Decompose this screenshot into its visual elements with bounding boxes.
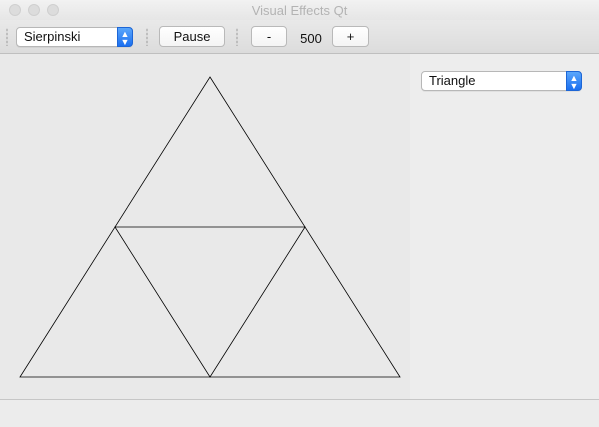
shape-select[interactable]: Triangle ▲ ▼ [421,71,582,91]
iteration-count: 500 [300,31,322,46]
minimize-window-button[interactable] [28,4,40,16]
effect-select[interactable]: Sierpinski ▲ ▼ [16,27,133,47]
pause-button[interactable]: Pause [159,26,225,47]
inner-triangle [114,226,306,378]
drawing-canvas [0,54,410,399]
status-bar [0,399,599,427]
effect-select-value: Sierpinski [24,29,81,44]
increment-button[interactable]: + [332,26,369,47]
app-window: Visual Effects Qt Sierpinski ▲ ▼ Pause - … [0,0,599,427]
close-window-button[interactable] [9,4,21,16]
chevron-up-down-icon: ▲ ▼ [566,71,582,91]
zoom-window-button[interactable] [47,4,59,16]
sierpinski-drawing [19,76,401,378]
window-title: Visual Effects Qt [251,3,348,18]
decrement-button[interactable]: - [251,26,287,47]
toolbar-separator [236,28,238,46]
toolbar-separator [146,28,148,46]
chevron-up-down-icon: ▲ ▼ [117,27,133,47]
toolbar-grip-handle[interactable] [6,28,8,46]
shape-select-value: Triangle [429,73,476,88]
title-bar: Visual Effects Qt [0,0,599,20]
